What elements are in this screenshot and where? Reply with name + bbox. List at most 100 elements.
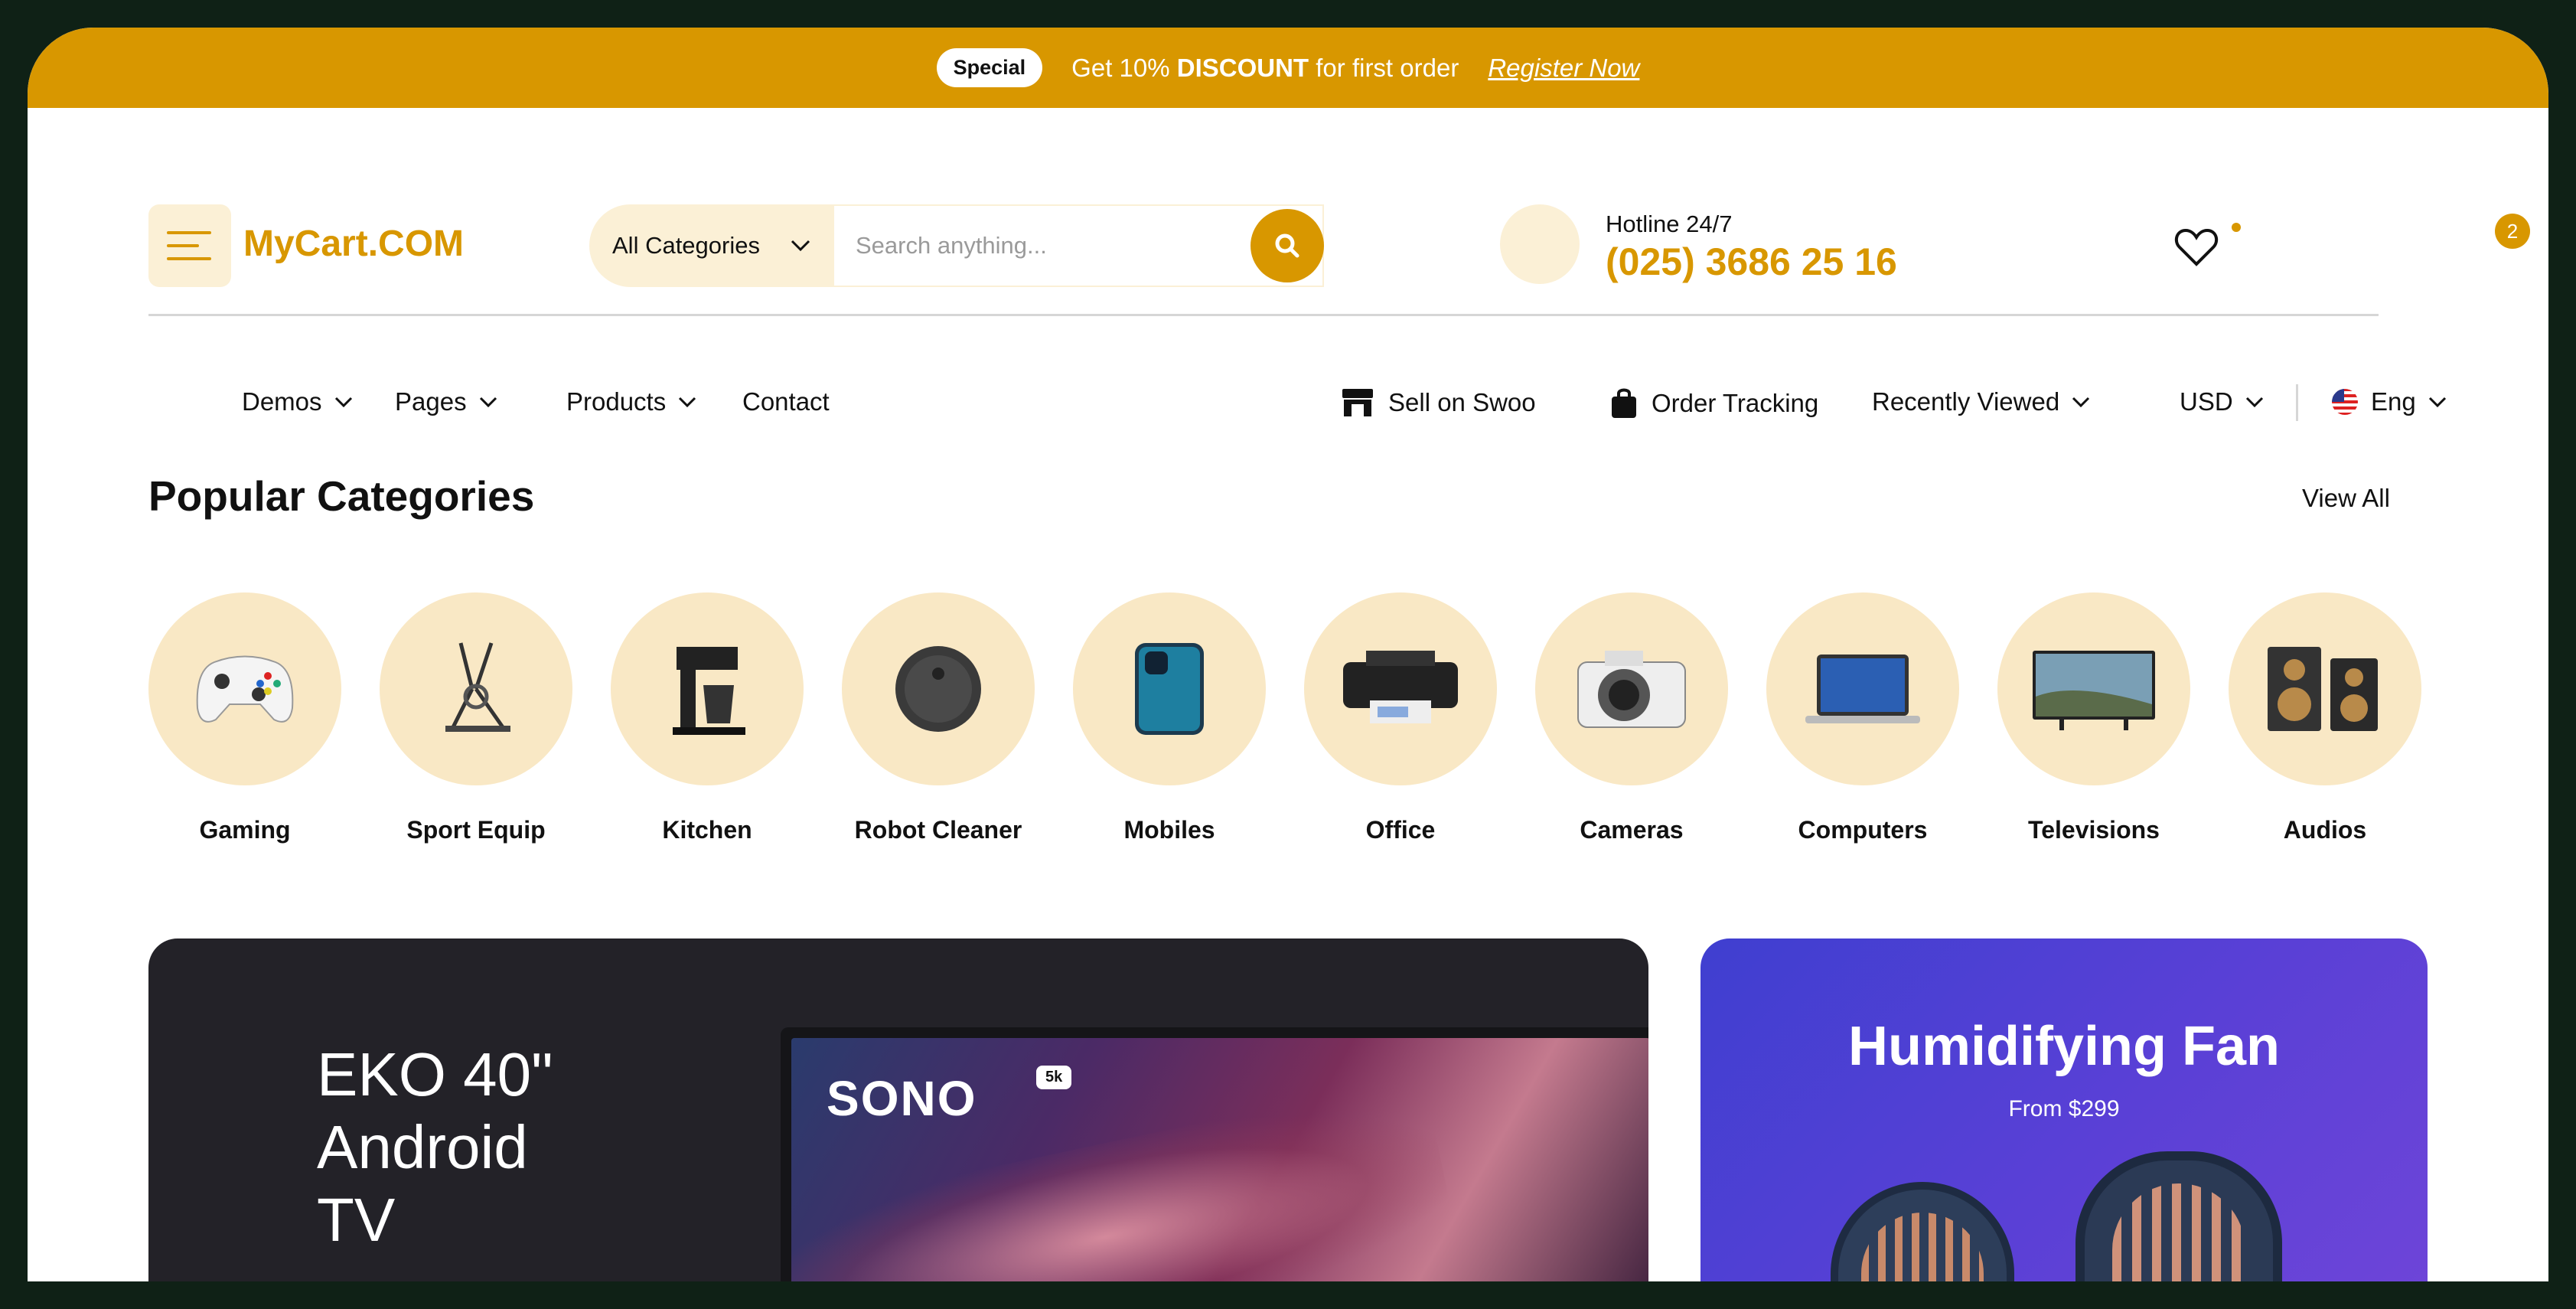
cart-count-badge[interactable]: 2 — [2495, 214, 2530, 249]
chevron-down-icon — [2428, 397, 2446, 407]
promo-text-before: Get 10% — [1071, 53, 1177, 82]
robot-vacuum-icon — [895, 646, 981, 732]
category-image — [842, 592, 1035, 785]
header: MyCart.COM All Categories Search anythin… — [148, 177, 2530, 287]
main-nav: Demos Pages Products Contact Sell on Swo… — [148, 364, 2460, 441]
printer-icon — [1343, 651, 1458, 723]
television-icon — [2033, 651, 2155, 730]
sell-on-swoo-label: Sell on Swoo — [1388, 388, 1536, 416]
tv-brand-logo: SONO — [827, 1071, 977, 1126]
category-televisions[interactable]: Televisions — [1997, 592, 2190, 844]
wishlist-dot — [2232, 223, 2241, 232]
chevron-down-icon — [2072, 397, 2090, 407]
search-button[interactable] — [1251, 209, 1324, 282]
view-all-link[interactable]: View All — [2302, 484, 2390, 513]
category-mobiles[interactable]: Mobiles — [1073, 592, 1266, 844]
search-icon — [1275, 233, 1299, 258]
category-image — [1997, 592, 2190, 785]
currency-dropdown[interactable]: USD — [2180, 387, 2264, 416]
section-title: Popular Categories — [148, 472, 535, 520]
category-computers[interactable]: Computers — [1766, 592, 1959, 844]
register-now-link[interactable]: Register Now — [1488, 54, 1639, 83]
tv-screen-content: SONO 5k — [791, 1038, 1648, 1281]
nav-item-products[interactable]: Products — [566, 387, 696, 416]
search-bar: All Categories Search anything... — [589, 204, 1324, 287]
wishlist-heart-icon[interactable] — [2173, 224, 2219, 270]
category-kitchen[interactable]: Kitchen — [611, 592, 804, 844]
category-image — [1304, 592, 1497, 785]
elliptical-trainer-icon — [445, 642, 510, 732]
shopping-bag-icon — [1612, 388, 1636, 418]
chevron-down-icon — [791, 240, 810, 252]
nav-item-contact[interactable]: Contact — [742, 387, 830, 416]
hamburger-menu-button[interactable] — [148, 204, 231, 287]
phone-icon — [1500, 204, 1580, 284]
category-label: Cameras — [1580, 816, 1684, 844]
language-label: Eng — [2371, 387, 2416, 416]
game-controller-icon — [196, 655, 294, 723]
category-image — [148, 592, 341, 785]
fan-banner-subtitle: From $299 — [2008, 1096, 2120, 1121]
category-label: Computers — [1798, 816, 1928, 844]
fan-promo-banner[interactable]: Humidifying Fan From $299 — [1700, 938, 2428, 1281]
category-audios[interactable]: Audios — [2229, 592, 2421, 844]
chevron-down-icon — [679, 397, 696, 407]
hotline-number[interactable]: (025) 3686 25 16 — [1606, 240, 1897, 284]
category-select[interactable]: All Categories — [589, 204, 834, 287]
category-office[interactable]: Office — [1304, 592, 1497, 844]
recently-viewed-dropdown[interactable]: Recently Viewed — [1872, 387, 2090, 416]
promo-bar: Special Get 10% DISCOUNT for first order… — [28, 28, 2548, 108]
nav-item-label: Demos — [242, 387, 322, 416]
nav-item-pages[interactable]: Pages — [395, 387, 497, 416]
language-dropdown[interactable]: Eng — [2331, 387, 2447, 416]
tv-image: SONO 5k — [781, 1027, 1648, 1281]
tv-promo-banner[interactable]: EKO 40" Android TV SONO 5k — [148, 938, 1648, 1281]
nav-item-label: Pages — [395, 387, 467, 416]
us-flag-icon — [2332, 389, 2358, 415]
order-tracking-label: Order Tracking — [1652, 389, 1819, 417]
tv-banner-title: EKO 40" Android TV — [317, 1040, 553, 1254]
category-label: Kitchen — [662, 816, 752, 844]
promo-message: Get 10% DISCOUNT for first order — [1071, 54, 1459, 83]
nav-item-label: Products — [566, 387, 667, 416]
category-robot-cleaner[interactable]: Robot Cleaner — [842, 592, 1035, 844]
category-label: Gaming — [199, 816, 291, 844]
store-icon — [1342, 389, 1373, 416]
nav-divider — [2296, 384, 2298, 421]
category-image — [1535, 592, 1728, 785]
category-select-label: All Categories — [612, 232, 760, 259]
category-label: Audios — [2283, 816, 2367, 844]
laptop-icon — [1805, 654, 1920, 723]
promo-text-bold: DISCOUNT — [1176, 53, 1309, 82]
fan-image-right — [2075, 1151, 2282, 1281]
smartphone-icon — [1135, 643, 1204, 735]
chevron-down-icon — [334, 397, 352, 407]
chevron-down-icon — [2245, 397, 2263, 407]
header-divider — [148, 314, 2379, 316]
hotline-label: Hotline 24/7 — [1606, 211, 1733, 237]
category-label: Sport Equip — [406, 816, 546, 844]
logo[interactable]: MyCart.COM — [243, 223, 464, 265]
category-cameras[interactable]: Cameras — [1535, 592, 1728, 844]
order-tracking-link[interactable]: Order Tracking — [1609, 387, 1818, 419]
category-image — [1766, 592, 1959, 785]
category-label: Mobiles — [1123, 816, 1215, 844]
menu-icon — [167, 231, 211, 234]
category-image — [1073, 592, 1266, 785]
currency-label: USD — [2180, 387, 2233, 416]
camera-icon — [1577, 651, 1686, 728]
category-label: Televisions — [2028, 816, 2160, 844]
coffee-maker-icon — [673, 647, 745, 735]
category-image — [380, 592, 572, 785]
category-image — [2229, 592, 2421, 785]
tv-resolution-badge: 5k — [1036, 1066, 1072, 1089]
app-frame: Special Get 10% DISCOUNT for first order… — [28, 28, 2548, 1281]
recently-viewed-label: Recently Viewed — [1872, 387, 2060, 416]
category-sport-equip[interactable]: Sport Equip — [380, 592, 572, 844]
category-gaming[interactable]: Gaming — [148, 592, 341, 844]
speakers-icon — [2268, 647, 2378, 731]
special-badge: Special — [936, 48, 1043, 87]
sell-on-swoo-link[interactable]: Sell on Swoo — [1339, 387, 1536, 418]
category-image — [611, 592, 804, 785]
nav-item-demos[interactable]: Demos — [242, 387, 353, 416]
